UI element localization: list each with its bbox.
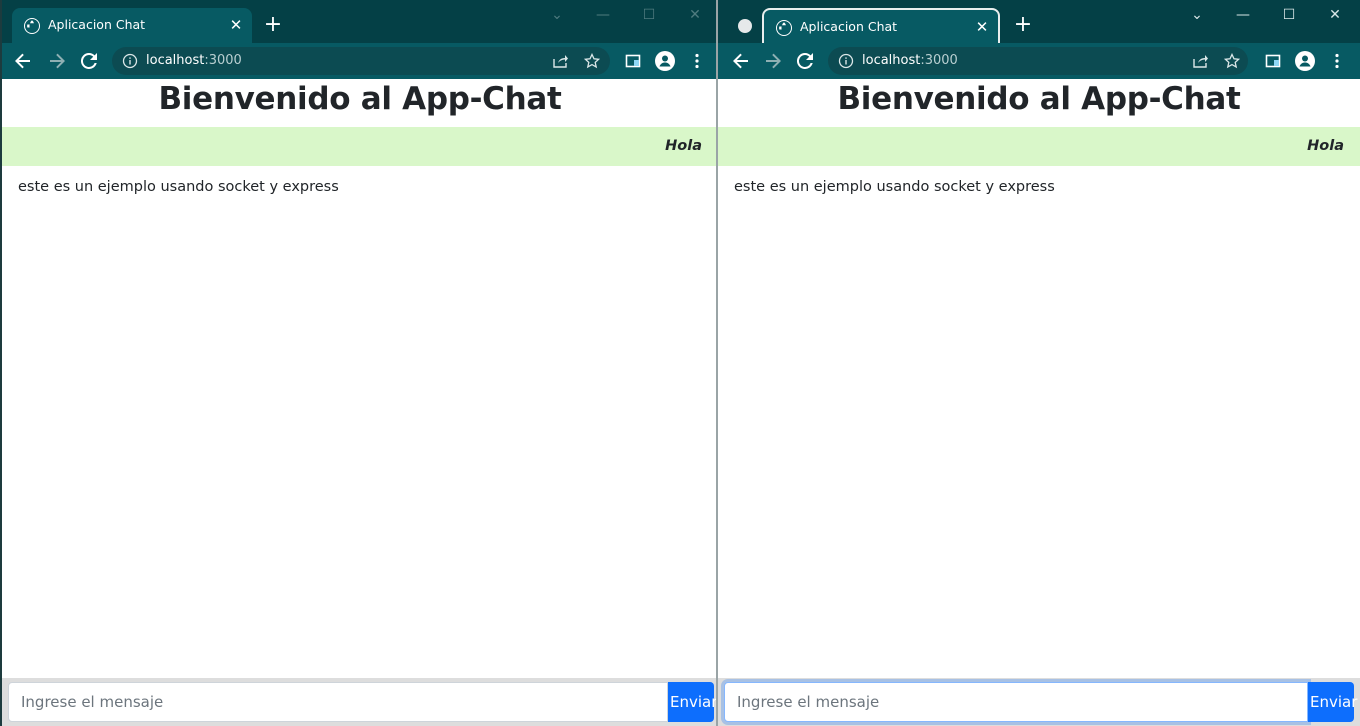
window-close-icon[interactable]: ✕	[672, 4, 718, 30]
browser-window-right: Aplicacion Chat ✕ + ⌄ — ☐ ✕ localhost:30…	[718, 0, 1360, 726]
page-content: Bienvenido al App-Chat Hola este es un e…	[718, 79, 1360, 726]
url-host: localhost	[862, 53, 921, 68]
globe-icon	[776, 20, 792, 36]
minimize-icon[interactable]: —	[580, 4, 626, 30]
side-panel-icon[interactable]	[620, 48, 646, 74]
reload-icon[interactable]	[792, 48, 818, 74]
browser-toolbar: localhost:3000	[2, 43, 718, 79]
send-button[interactable]: Enviar	[668, 682, 717, 722]
send-button[interactable]: Enviar	[1308, 682, 1357, 722]
plus-icon[interactable]: +	[262, 14, 284, 36]
address-bar[interactable]: localhost:3000	[112, 47, 610, 75]
message-form: Enviar	[2, 678, 718, 726]
tab-aplicacion-chat[interactable]: Aplicacion Chat ✕	[12, 8, 252, 43]
info-icon[interactable]	[122, 53, 138, 69]
close-icon[interactable]: ✕	[228, 17, 244, 33]
arrow-left-icon[interactable]	[10, 48, 36, 74]
globe-icon	[24, 18, 40, 34]
maximize-icon[interactable]: ☐	[626, 4, 672, 30]
message-input[interactable]	[724, 682, 1308, 722]
share-icon[interactable]	[1192, 53, 1208, 69]
plus-icon[interactable]: +	[1012, 14, 1034, 36]
tab-strip: Aplicacion Chat ✕ + ⌄ — ☐ ✕	[2, 0, 718, 43]
tab-aplicacion-chat[interactable]: Aplicacion Chat ✕	[762, 8, 1000, 43]
side-panel-icon[interactable]	[1260, 48, 1286, 74]
arrow-right-icon[interactable]	[44, 48, 70, 74]
tab-title: Aplicacion Chat	[48, 17, 146, 32]
info-icon[interactable]	[838, 53, 854, 69]
page-title: Bienvenido al App-Chat	[158, 81, 562, 117]
arrow-right-icon[interactable]	[760, 48, 786, 74]
sent-message-text: Hola	[1307, 138, 1344, 154]
browser-window-left: Aplicacion Chat ✕ + ⌄ — ☐ ✕ localhost:30…	[0, 0, 718, 726]
window-close-icon[interactable]: ✕	[1312, 4, 1358, 30]
url-text: localhost:3000	[146, 53, 242, 68]
arrow-left-icon[interactable]	[728, 48, 754, 74]
url-text: localhost:3000	[862, 53, 958, 68]
share-icon[interactable]	[552, 53, 568, 69]
url-port: :3000	[204, 53, 242, 68]
profile-icon[interactable]	[1292, 48, 1318, 74]
received-message: este es un ejemplo usando socket y expre…	[18, 179, 339, 195]
profile-icon[interactable]	[652, 48, 678, 74]
page-content: Bienvenido al App-Chat Hola este es un e…	[2, 79, 718, 726]
message-input[interactable]	[8, 682, 668, 722]
sent-message-text: Hola	[665, 138, 702, 154]
minimize-icon[interactable]: —	[1220, 4, 1266, 30]
chevron-down-icon[interactable]: ⌄	[534, 4, 580, 30]
tab-strip: Aplicacion Chat ✕ + ⌄ — ☐ ✕	[718, 0, 1360, 43]
url-host: localhost	[146, 53, 205, 68]
inactive-tab-icon[interactable]	[738, 19, 752, 33]
star-icon[interactable]	[1223, 52, 1241, 69]
browser-toolbar: localhost:3000	[718, 43, 1360, 79]
sent-message: Hola	[2, 127, 718, 166]
maximize-icon[interactable]: ☐	[1266, 4, 1312, 30]
received-message: este es un ejemplo usando socket y expre…	[734, 179, 1055, 195]
kebab-menu-icon[interactable]	[684, 48, 710, 74]
close-icon[interactable]: ✕	[974, 19, 990, 35]
kebab-menu-icon[interactable]	[1324, 48, 1350, 74]
star-icon[interactable]	[583, 52, 601, 69]
address-bar[interactable]: localhost:3000	[828, 47, 1248, 75]
sent-message: Hola	[718, 127, 1360, 166]
tab-title: Aplicacion Chat	[800, 19, 898, 34]
page-title: Bienvenido al App-Chat	[837, 81, 1241, 117]
chevron-down-icon[interactable]: ⌄	[1174, 4, 1220, 30]
message-form: Enviar	[718, 678, 1360, 726]
url-port: :3000	[920, 53, 958, 68]
reload-icon[interactable]	[76, 48, 102, 74]
